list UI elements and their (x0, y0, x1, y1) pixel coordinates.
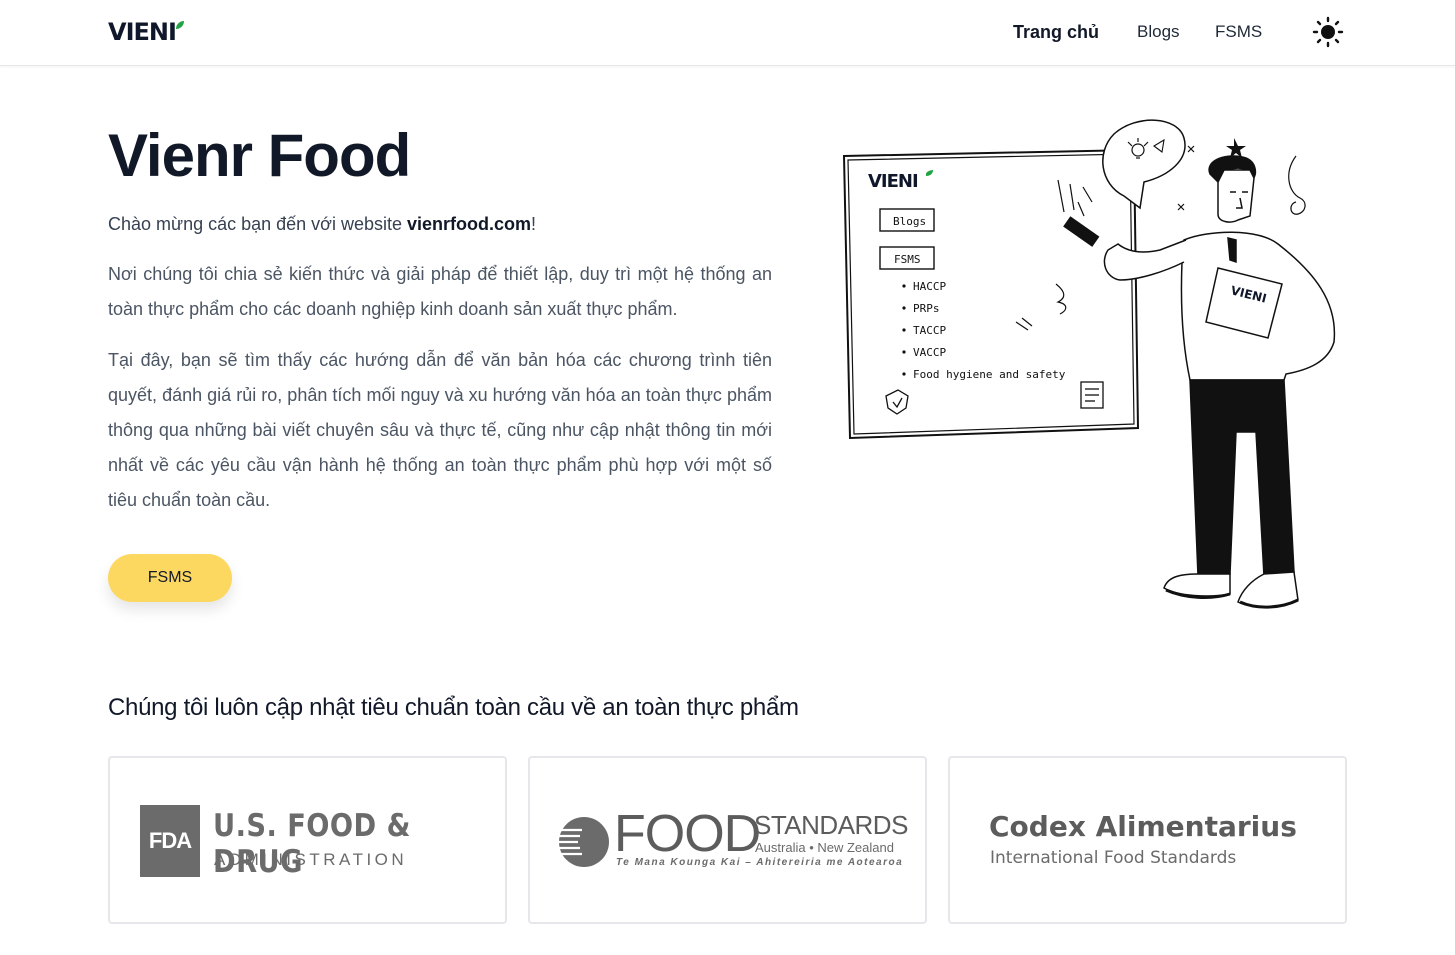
leaf-icon (175, 21, 184, 29)
thought-bubble (1102, 119, 1186, 210)
board-fsms-label: FSMS (894, 253, 921, 266)
logo-text: VIENI (108, 18, 177, 46)
page-title: Vienr Food (108, 122, 411, 189)
fsanz-region-text: Australia • New Zealand (755, 840, 894, 855)
intro-paragraph: Nơi chúng tôi chia sẻ kiến thức và giải … (108, 264, 772, 319)
codex-name: Codex Alimentarius (989, 810, 1297, 843)
partner-card-fsanz[interactable]: FOOD STANDARDS Australia • New Zealand T… (528, 756, 927, 924)
fda-logo-box: FDA (140, 805, 200, 877)
board-item: PRPs (913, 302, 940, 315)
shield-icon (885, 389, 909, 415)
fda-subtitle: ADMINISTRATION (214, 850, 408, 869)
partner-card-codex[interactable]: Codex Alimentarius International Food St… (948, 756, 1347, 924)
board-item: TACCP (913, 324, 946, 337)
star-icon (1226, 138, 1246, 158)
welcome-suffix: ! (531, 214, 537, 234)
partner-card-fda[interactable]: FDA U.S. FOOD & DRUG ADMINISTRATION (108, 756, 507, 924)
fsanz-emblem-icon (559, 817, 609, 867)
board-logo: VIENI (868, 171, 918, 192)
codex-subtitle: International Food Standards (990, 848, 1237, 868)
welcome-text: Chào mừng các bạn đến với website vienrf… (108, 211, 536, 237)
hero-illustration: VIENI Blogs FSMS HACCP PRPs TACCP VACCP … (842, 119, 1336, 609)
fsanz-food-text: FOOD (614, 805, 761, 863)
fsanz-standards-text: STANDARDS (754, 810, 908, 840)
board-item: VACCP (913, 346, 946, 359)
partners-section-title: Chúng tôi luôn cập nhật tiêu chuẩn toàn … (108, 694, 799, 721)
nav-blogs[interactable]: Blogs (1137, 21, 1180, 43)
fsanz-tagline: Te Mana Kounga Kai – Ahitereiria me Aote… (616, 857, 904, 868)
document-icon (1080, 381, 1104, 409)
theme-toggle-button[interactable] (1312, 16, 1344, 48)
site-header: VIENI Trang chủ Blogs FSMS (0, 0, 1455, 66)
board-item: Food hygiene and safety (913, 368, 1066, 381)
board-item: HACCP (913, 280, 946, 293)
welcome-prefix: Chào mừng các bạn đến với website (108, 214, 408, 234)
details-paragraph: Tại đây, bạn sẽ tìm thấy các hướng dẫn đ… (108, 350, 772, 510)
site-logo[interactable]: VIENI (108, 18, 185, 46)
board-leaf-icon (926, 170, 933, 176)
sun-icon (1312, 16, 1344, 48)
welcome-site-name: vienrfood.com (407, 214, 532, 234)
fsms-cta-button[interactable]: FSMS (108, 554, 232, 602)
nav-home[interactable]: Trang chủ (1013, 21, 1099, 43)
nav-fsms[interactable]: FSMS (1215, 21, 1262, 43)
board-blogs-label: Blogs (893, 215, 926, 228)
person-figure: VIENI (1063, 155, 1336, 609)
